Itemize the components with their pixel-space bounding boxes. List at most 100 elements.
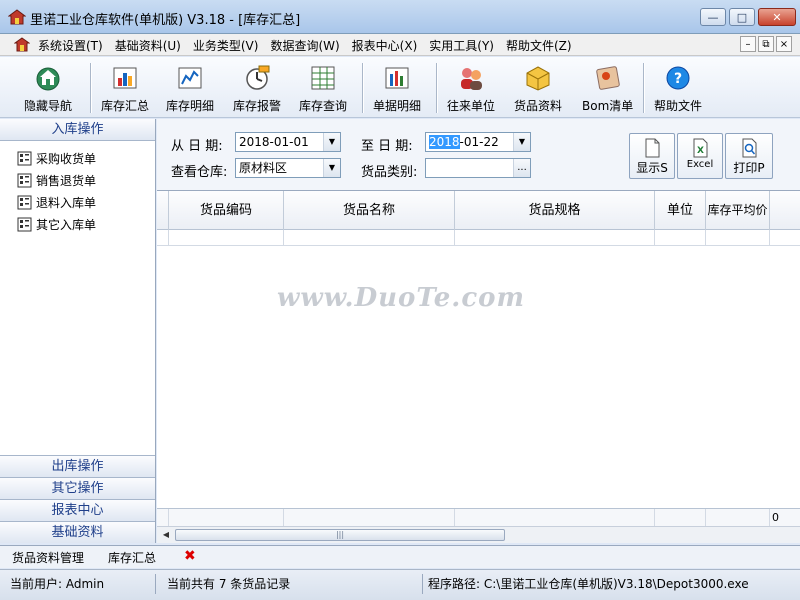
sidebar-header-other-ops[interactable]: 其它操作 [0,477,155,499]
print-button-label: 打印P [733,161,765,175]
mdi-restore-button[interactable]: ⧉ [758,36,774,52]
toolbar-label: 单据明细 [373,99,422,113]
grid-header-item-name[interactable]: 货品名称 [284,191,455,230]
footer-cell [284,509,455,527]
grid-header-indicator[interactable] [157,191,169,230]
grid-header-avg-price[interactable]: 库存平均价 [706,191,770,230]
tab-goods-data-management[interactable]: 货品资料管理 [12,549,84,566]
sidebar-item-label: 退料入库单 [36,195,97,210]
inventory-detail-icon [178,67,202,89]
toolbar-separator [90,63,91,113]
sidebar-item-other-inbound[interactable]: 其它入库单 [0,213,155,235]
home-navigation-icon [36,67,60,91]
inventory-grid[interactable]: 货品编码 货品名称 货品规格 单位 库存平均价 www.DuoTe.com 0 [157,190,800,527]
tab-inventory-summary[interactable]: 库存汇总 [108,549,156,566]
sidebar-item-label: 销售退货单 [36,173,97,188]
close-button[interactable]: ✕ [758,8,796,26]
scroll-left-icon[interactable]: ◀ [158,528,174,542]
minimize-button[interactable]: — [700,8,726,26]
status-program-path: 程序路径: C:\里诺工业仓库(单机版)V3.18\Depot3000.exe [428,577,749,591]
toolbar-inventory-query-button[interactable]: 库存查询 [299,61,347,115]
horizontal-scrollbar[interactable]: ◀ ||| [157,526,800,543]
document-list-icon [17,195,32,209]
table-cell [169,230,284,246]
to-date-picker[interactable]: 2018-01-22 ▼ [425,132,531,152]
table-row[interactable] [157,230,800,246]
from-date-picker[interactable]: 2018-01-01 ▼ [235,132,341,152]
document-list-icon [17,217,32,231]
partner-units-icon [461,68,482,90]
filter-panel: 从 日 期: 2018-01-01 ▼ 至 日 期: 2018-01-22 ▼ … [157,119,800,190]
toolbar-hide-navigation-button[interactable]: 隐藏导航 [24,61,72,115]
menu-basic-data[interactable]: 基础资料(U) [115,37,188,54]
grid-header-extra[interactable] [770,191,800,230]
sidebar-header-inbound[interactable]: 入库操作 [0,119,155,141]
chevron-down-icon[interactable]: ▼ [323,133,340,151]
grid-header-item-spec[interactable]: 货品规格 [455,191,655,230]
mdi-close-button[interactable]: × [776,36,792,52]
print-button[interactable]: 打印P [725,133,773,179]
table-cell [655,230,706,246]
menu-utilities[interactable]: 实用工具(Y) [429,37,501,54]
toolbar-label: 库存汇总 [101,99,150,113]
window-title: 里诺工业仓库软件(单机版) V3.18 - [库存汇总] [30,13,301,28]
menu-report-center[interactable]: 报表中心(X) [352,37,425,54]
document-icon [645,138,660,158]
document-tab-bar: 货品资料管理 库存汇总 ✖ [0,545,800,568]
toolbar-inventory-alarm-button[interactable]: 库存报警 [233,61,281,115]
footer-cell [706,509,770,527]
toolbar-label: 货品资料 [514,99,563,113]
toolbar-separator [362,63,363,113]
warehouse-label: 查看仓库: [171,165,228,180]
menu-data-query[interactable]: 数据查询(W) [270,37,346,54]
footer-cell [157,509,169,527]
grid-header-unit[interactable]: 单位 [655,191,706,230]
close-tab-icon[interactable]: ✖ [184,549,198,564]
sidebar-item-purchase-receipt[interactable]: 采购收货单 [0,147,155,169]
warehouse-select[interactable]: 原材料区 ▼ [235,158,341,178]
table-cell [284,230,455,246]
menu-system-settings[interactable]: 系统设置(T) [38,37,110,54]
toolbar-partner-units-button[interactable]: 往来单位 [447,61,495,115]
toolbar-inventory-detail-button[interactable]: 库存明细 [166,61,214,115]
maximize-button[interactable]: □ [729,8,755,26]
grid-footer-row: 0 [157,508,800,527]
toolbar-bom-list-button[interactable]: Bom清单 [582,61,633,115]
inventory-summary-icon [113,67,137,89]
app-logo-icon [8,9,26,25]
sidebar-header-report-center[interactable]: 报表中心 [0,499,155,521]
to-date-label: 至 日 期: [361,139,413,154]
to-date-selected-text: 2018 [429,135,460,149]
sidebar-header-basic-data[interactable]: 基础资料 [0,521,155,543]
show-button[interactable]: 显示S [629,133,675,179]
toolbar-inventory-summary-button[interactable]: 库存汇总 [101,61,149,115]
print-preview-icon [742,138,757,158]
toolbar-help-button[interactable]: ? 帮助文件 [654,61,702,115]
excel-button[interactable]: X Excel [677,133,723,179]
goods-data-icon [526,66,550,91]
scrollbar-thumb[interactable]: ||| [175,529,505,541]
browse-button[interactable]: ... [513,159,530,177]
category-field[interactable]: ... [425,158,531,178]
menu-business-type[interactable]: 业务类型(V) [193,37,266,54]
sidebar-bottom-groups: 出库操作 其它操作 报表中心 基础资料 [0,455,155,543]
grid-header-item-code[interactable]: 货品编码 [169,191,284,230]
mdi-minimize-button[interactable]: – [740,36,756,52]
toolbar-label: 帮助文件 [654,99,703,113]
show-button-label: 显示S [636,161,668,175]
toolbar-document-detail-button[interactable]: 单据明细 [373,61,421,115]
sidebar-item-material-return[interactable]: 退料入库单 [0,191,155,213]
chevron-down-icon[interactable]: ▼ [323,159,340,177]
svg-text:?: ? [674,71,682,87]
menu-help[interactable]: 帮助文件(Z) [506,37,579,54]
toolbar-goods-data-button[interactable]: 货品资料 [514,61,562,115]
table-cell [157,230,169,246]
sidebar-header-outbound[interactable]: 出库操作 [0,455,155,477]
app-menu-icon[interactable] [14,37,30,52]
chevron-down-icon[interactable]: ▼ [513,133,530,151]
table-cell [455,230,655,246]
toolbar-label: 库存报警 [233,99,282,113]
navigation-sidebar: 入库操作 采购收货单 销售退货单 退料入库单 其它入库单 出库操作 其它操作 报… [0,119,156,543]
title-bar: 里诺工业仓库软件(单机版) V3.18 - [库存汇总] — □ ✕ [0,0,800,34]
sidebar-item-sales-return[interactable]: 销售退货单 [0,169,155,191]
